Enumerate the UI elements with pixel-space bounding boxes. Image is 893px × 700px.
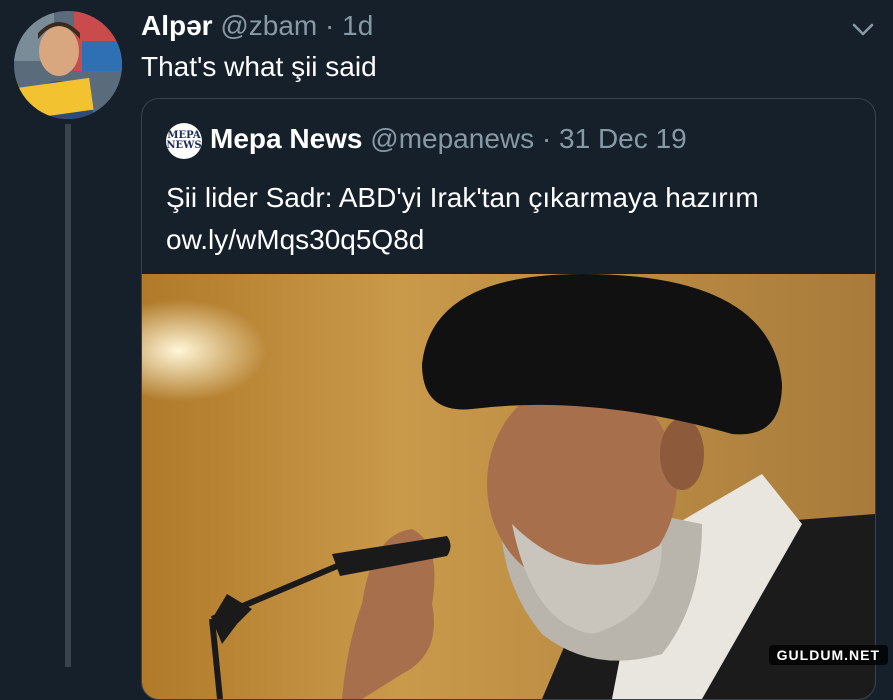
- separator: ·: [325, 10, 335, 41]
- news-photo: [142, 274, 875, 699]
- quoted-tweet-header: MEPA NEWS Mepa News @mepanews · 31 Dec 1…: [166, 121, 687, 159]
- avatar[interactable]: [14, 11, 122, 119]
- tweet-header: Alpər @zbam · 1d: [141, 9, 373, 43]
- display-name[interactable]: Alpər: [141, 10, 213, 41]
- timestamp[interactable]: 1d: [342, 10, 373, 41]
- thread-line: [65, 124, 71, 667]
- handle[interactable]: @zbam: [220, 10, 317, 41]
- profile-photo: [14, 11, 122, 119]
- quoted-tweet-image[interactable]: [142, 274, 875, 699]
- quoted-handle[interactable]: @mepanews: [370, 123, 534, 154]
- watermark: GULDUM.NET: [768, 645, 888, 665]
- quoted-separator: ·: [541, 123, 552, 154]
- quoted-display-name[interactable]: Mepa News: [210, 123, 363, 154]
- mepa-news-logo-icon: MEPA NEWS: [166, 122, 202, 159]
- chevron-down-icon[interactable]: [851, 19, 875, 39]
- quoted-tweet-card[interactable]: MEPA NEWS Mepa News @mepanews · 31 Dec 1…: [141, 98, 876, 700]
- quoted-tweet-link[interactable]: ow.ly/wMqs30q5Q8d: [166, 219, 759, 261]
- quoted-date[interactable]: 31 Dec 19: [559, 123, 687, 154]
- tweet-text: That's what şii said: [141, 51, 377, 82]
- quoted-tweet-line: Şii lider Sadr: ABD'yi Irak'tan çıkarmay…: [166, 182, 759, 213]
- quoted-tweet-text: Şii lider Sadr: ABD'yi Irak'tan çıkarmay…: [166, 177, 759, 261]
